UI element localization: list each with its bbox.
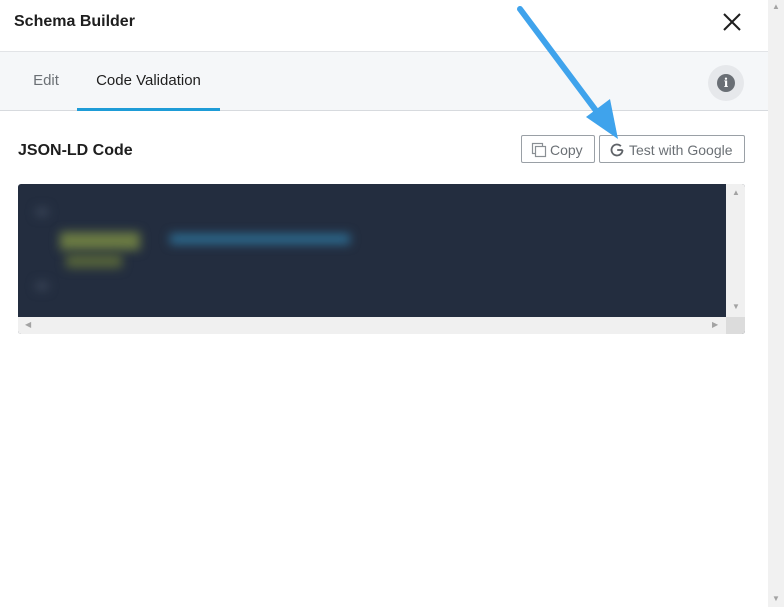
page-scroll-up-icon[interactable]: ▲ <box>772 2 780 11</box>
scroll-up-arrow-icon[interactable]: ▲ <box>732 188 740 197</box>
code-horizontal-scrollbar[interactable]: ◀ ▶ <box>18 317 726 334</box>
page-scrollbar[interactable]: ▲ ▼ <box>768 0 784 607</box>
code-content-blurred <box>18 184 726 317</box>
info-button[interactable]: i <box>708 65 744 101</box>
modal-title: Schema Builder <box>14 13 135 30</box>
schema-builder-modal: Schema Builder Edit Code Validation i JS… <box>0 0 768 607</box>
test-with-google-label: Test with Google <box>629 142 733 158</box>
google-g-icon <box>610 143 624 157</box>
section-title: JSON-LD Code <box>18 142 133 159</box>
tab-bar: Edit Code Validation i <box>0 52 768 111</box>
test-with-google-button[interactable]: Test with Google <box>599 135 745 163</box>
copy-button[interactable]: Copy <box>521 135 595 163</box>
copy-icon <box>531 142 547 158</box>
scroll-down-arrow-icon[interactable]: ▼ <box>732 302 740 311</box>
tab-code-validation[interactable]: Code Validation <box>77 52 220 111</box>
code-vertical-scrollbar[interactable]: ▲ ▼ <box>726 184 745 317</box>
scroll-left-arrow-icon[interactable]: ◀ <box>25 320 31 329</box>
page-scroll-down-icon[interactable]: ▼ <box>772 594 780 603</box>
json-ld-code-box[interactable]: ▲ ▼ ◀ ▶ <box>18 184 745 334</box>
scrollbar-corner <box>726 317 745 334</box>
scroll-right-arrow-icon[interactable]: ▶ <box>712 320 718 329</box>
info-icon: i <box>717 74 735 92</box>
tab-edit[interactable]: Edit <box>18 52 74 110</box>
page: Schema Builder Edit Code Validation i JS… <box>0 0 784 607</box>
close-icon[interactable] <box>716 6 748 38</box>
modal-header: Schema Builder <box>0 0 768 52</box>
copy-label: Copy <box>550 142 583 158</box>
